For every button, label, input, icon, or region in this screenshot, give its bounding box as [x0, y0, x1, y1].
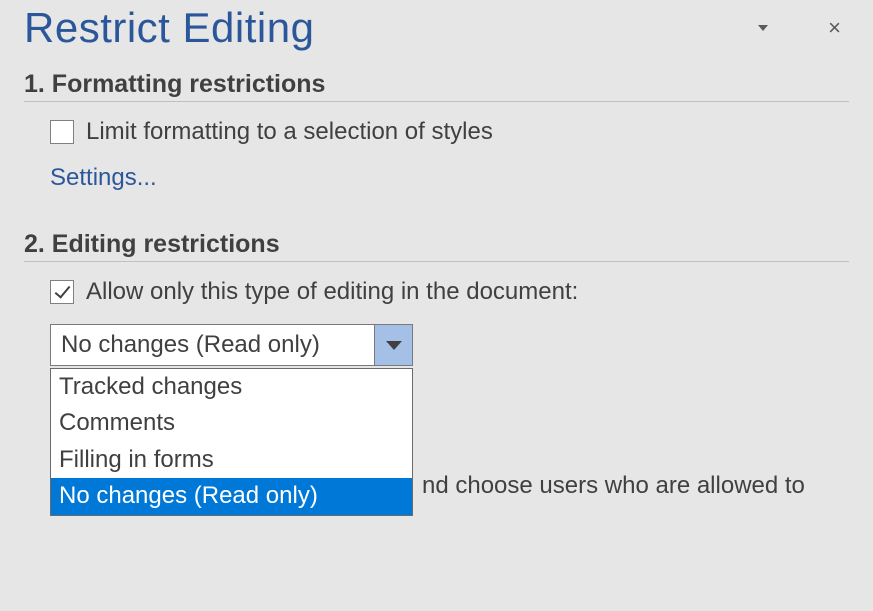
restrict-editing-pane: Restrict Editing × 1. Formatting restric… — [0, 0, 873, 366]
pane-title: Restrict Editing — [24, 4, 314, 52]
limit-formatting-row: Limit formatting to a selection of style… — [24, 118, 849, 146]
editing-type-combo-wrap: No changes (Read only) Tracked changes C… — [24, 324, 849, 366]
dropdown-option-tracked-changes[interactable]: Tracked changes — [51, 369, 412, 405]
allow-only-editing-checkbox[interactable] — [50, 280, 74, 304]
dropdown-option-filling-in-forms[interactable]: Filling in forms — [51, 442, 412, 478]
settings-link[interactable]: Settings... — [24, 164, 157, 192]
chevron-down-icon — [386, 341, 402, 350]
editing-type-combobox[interactable]: No changes (Read only) — [50, 324, 413, 366]
close-icon[interactable]: × — [828, 17, 841, 39]
allow-only-editing-label: Allow only this type of editing in the d… — [86, 278, 578, 306]
dropdown-option-comments[interactable]: Comments — [51, 405, 412, 441]
limit-formatting-checkbox[interactable] — [50, 120, 74, 144]
editing-restrictions-heading: 2. Editing restrictions — [24, 230, 849, 262]
limit-formatting-label: Limit formatting to a selection of style… — [86, 118, 493, 146]
dropdown-option-no-changes[interactable]: No changes (Read only) — [51, 478, 412, 514]
formatting-restrictions-heading: 1. Formatting restrictions — [24, 70, 849, 102]
pane-header: Restrict Editing × — [24, 0, 849, 70]
allow-only-editing-row: Allow only this type of editing in the d… — [24, 278, 849, 306]
editing-type-selected: No changes (Read only) — [51, 325, 374, 365]
pane-options-dropdown-icon[interactable] — [758, 25, 768, 31]
editing-type-dropdown-list: Tracked changes Comments Filling in form… — [50, 368, 413, 516]
editing-type-dropdown-button[interactable] — [374, 325, 412, 365]
pane-header-controls: × — [758, 17, 849, 39]
